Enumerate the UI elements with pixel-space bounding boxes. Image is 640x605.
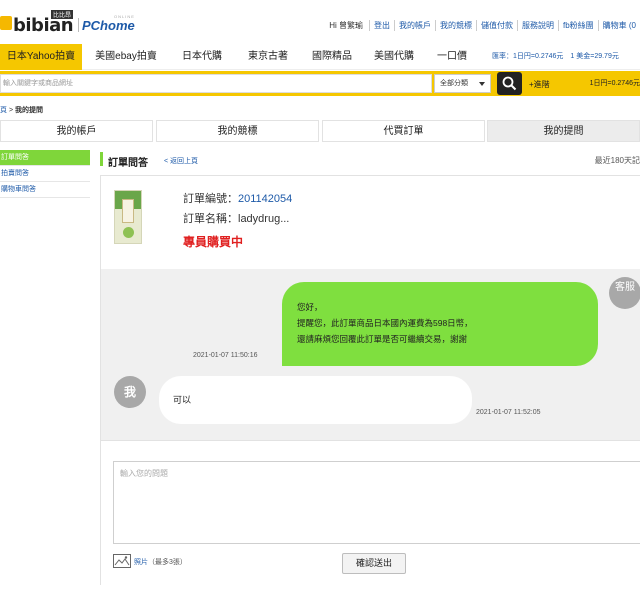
breadcrumb-parent[interactable]: 頁	[0, 107, 7, 114]
search-bar: 輸入關鍵字或商品網址 全部分類 +進階 1日円=0.2746元	[0, 71, 640, 96]
order-name-label: 訂單名稱：	[183, 213, 238, 225]
logout-link[interactable]: 登出	[368, 20, 394, 31]
order-name-row: 訂單名稱：ladydrug...	[183, 209, 292, 229]
product-label	[122, 199, 134, 223]
cs-message-bubble: 您好， 提醒您，此訂單商品日本國內運費為598日幣， 還請麻煩您回覆此訂單是否可…	[282, 282, 598, 366]
title-accent-bar	[100, 152, 103, 166]
user-greeting: Hi 曾繁瑜	[329, 21, 363, 30]
my-message-bubble: 可以	[159, 376, 472, 424]
nav-fixed-price[interactable]: 一口價	[426, 44, 478, 70]
question-input[interactable]	[113, 461, 640, 544]
photo-limit-note: （最多3張）	[148, 559, 187, 566]
top-links: Hi 曾繁瑜 登出 我的帳戶 我的競標 儲值付款 服務說明 fb粉絲團 購物車 (0	[325, 20, 640, 31]
customer-service-avatar: 客服	[609, 277, 640, 309]
photo-icon[interactable]	[113, 554, 131, 568]
cs-message-time: 2021-01-07 11:50:16	[193, 352, 258, 359]
my-account-link[interactable]: 我的帳戶	[393, 20, 435, 31]
chevron-down-icon	[479, 82, 485, 86]
nav-yahoo-auction[interactable]: 日本Yahoo拍賣	[0, 44, 82, 70]
nav-us-proxy[interactable]: 美國代購	[364, 44, 424, 70]
my-bids-link[interactable]: 我的競標	[434, 20, 476, 31]
product-image[interactable]	[114, 190, 142, 244]
back-link[interactable]: < 返回上頁	[164, 156, 198, 166]
tab-proxy-orders[interactable]: 代買訂單	[322, 120, 485, 142]
product-dot	[123, 227, 134, 238]
fb-fans-link[interactable]: fb粉絲團	[557, 20, 598, 31]
logo-badge: 比比昂	[51, 10, 74, 19]
sidebar-item-order-qa[interactable]: 訂單問答	[0, 150, 90, 166]
my-message-text: 可以	[173, 395, 192, 405]
bibian-logo[interactable]: bibian 比比昂 PChome ONLINE	[0, 10, 140, 38]
pchome-tag: ONLINE	[114, 14, 135, 19]
top-bar: bibian 比比昂 PChome ONLINE Hi 曾繁瑜 登出 我的帳戶 我的競…	[0, 0, 640, 42]
exchange-rate: 匯率：1日円=0.2746元 1 美金=29.79元	[492, 53, 619, 60]
cube-icon	[0, 16, 12, 30]
advanced-search-link[interactable]: +進階	[529, 79, 550, 90]
nav-japan-proxy[interactable]: 日本代購	[170, 44, 234, 70]
order-name: ladydrug...	[238, 213, 290, 225]
breadcrumb: 頁 > 我的提問	[0, 105, 43, 115]
order-number-label: 訂單編號：	[183, 193, 238, 205]
search-icon	[502, 76, 517, 91]
tab-my-bids[interactable]: 我的競標	[156, 120, 319, 142]
cart-link[interactable]: 購物車 (0	[597, 20, 640, 31]
category-select[interactable]: 全部分類	[434, 74, 491, 93]
photo-upload-label[interactable]: 照片（最多3張）	[134, 557, 187, 567]
my-message-time: 2021-01-07 11:52:05	[476, 409, 541, 416]
my-avatar: 我	[114, 376, 146, 408]
order-card: 訂單編號：201142054 訂單名稱：ladydrug... 專員購買中	[100, 175, 640, 269]
tab-my-questions[interactable]: 我的提問	[487, 120, 640, 142]
cs-message-line: 提醒您，此訂單商品日本國內運費為598日幣，	[297, 318, 473, 328]
search-button[interactable]	[497, 72, 522, 95]
service-info-link[interactable]: 服務說明	[516, 20, 558, 31]
main-nav: 日本Yahoo拍賣 美國ebay拍賣 日本代購 東京古著 國際精品 美國代購 一…	[0, 44, 640, 70]
breadcrumb-current: 我的提問	[15, 107, 43, 114]
category-select-label: 全部分類	[440, 80, 468, 87]
sidebar-item-auction-qa[interactable]: 拍賣問答	[0, 166, 90, 182]
breadcrumb-separator: >	[8, 107, 14, 114]
nav-ebay-auction[interactable]: 美國ebay拍賣	[86, 44, 166, 70]
page-title: 訂單問答	[108, 158, 148, 169]
order-number-row: 訂單編號：201142054	[183, 189, 292, 209]
tab-my-account[interactable]: 我的帳戶	[0, 120, 153, 142]
sidebar-item-cart-qa[interactable]: 購物車問答	[0, 182, 90, 198]
search-input[interactable]: 輸入關鍵字或商品網址	[0, 74, 432, 93]
cs-message-line: 您好，	[297, 302, 323, 312]
order-number[interactable]: 201142054	[238, 193, 292, 205]
submit-button[interactable]: 確認送出	[342, 553, 406, 574]
photo-label: 照片	[134, 559, 148, 566]
deposit-payment-link[interactable]: 儲值付款	[475, 20, 517, 31]
order-info: 訂單編號：201142054 訂單名稱：ladydrug... 專員購買中	[183, 189, 292, 252]
pchome-logo: PChome	[82, 18, 135, 33]
nav-luxury[interactable]: 國際精品	[300, 44, 364, 70]
logo-divider	[78, 18, 79, 32]
rate-box: 1日円=0.2746元	[571, 74, 640, 93]
nav-tokyo-vintage[interactable]: 東京古著	[236, 44, 300, 70]
compose-area: 照片（最多3張） 確認送出	[100, 440, 640, 585]
chat-area: 客服 您好， 提醒您，此訂單商品日本國內運費為598日幣， 還請麻煩您回覆此訂單…	[100, 269, 640, 440]
main-header: 訂單問答 < 返回上頁 最近180天記	[100, 150, 640, 170]
cs-message-line: 還請麻煩您回覆此訂單是否可繼續交易，謝謝	[297, 334, 468, 344]
account-tabs: 我的帳戶 我的競標 代買訂單 我的提問	[0, 120, 640, 142]
recent-days-label: 最近180天記	[594, 156, 640, 165]
order-status: 專員購買中	[183, 235, 244, 249]
sidebar: 訂單問答 拍賣問答 購物車問答	[0, 150, 90, 198]
